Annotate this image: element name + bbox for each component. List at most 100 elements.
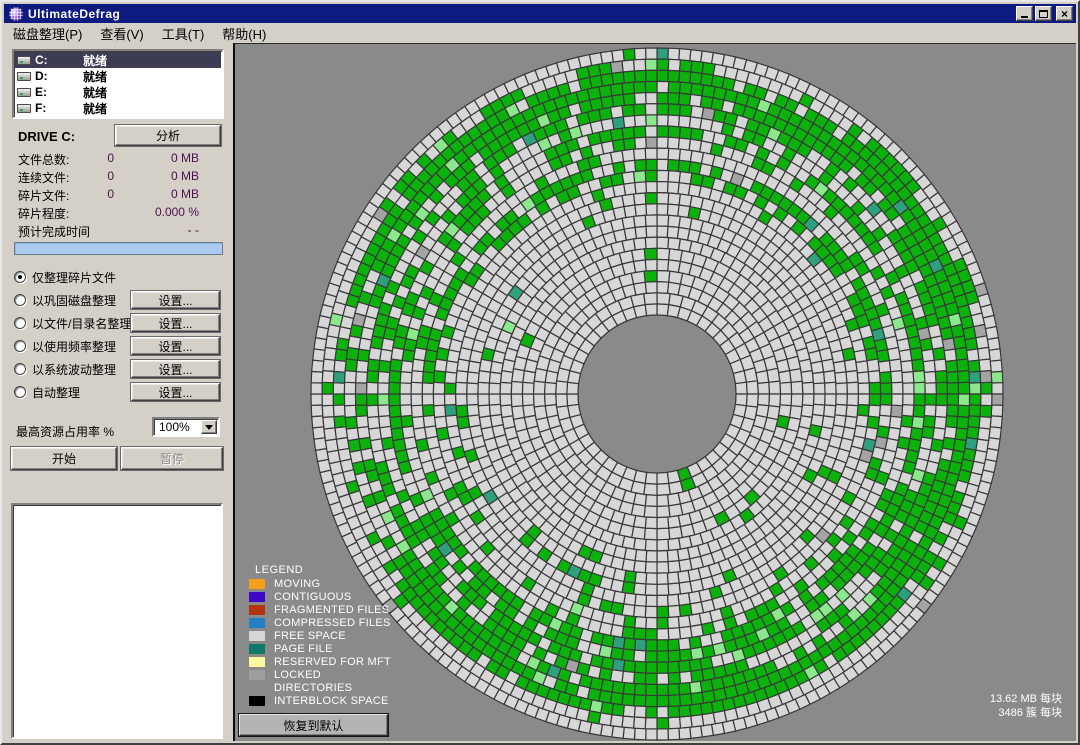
control-panel: C: 就绪 D: 就绪 E: 就绪 F: 就绪 DRIVE C: 分析 <box>4 43 233 741</box>
method-label[interactable]: 以使用频率整理 <box>32 338 116 355</box>
drive-status: 就绪 <box>83 52 107 69</box>
drive-letter: E: <box>35 85 83 99</box>
minimize-button[interactable] <box>1016 6 1033 21</box>
settings-button[interactable]: 设置... <box>131 360 220 378</box>
chevron-down-icon[interactable] <box>201 420 217 434</box>
legend-item: PAGE FILE <box>235 642 391 655</box>
method-row: 以巩固磁盘整理 设置... <box>4 291 233 309</box>
drive-row[interactable]: D: 就绪 <box>15 68 221 84</box>
method-label[interactable]: 以系统波动整理 <box>32 361 116 378</box>
radio-by-filename[interactable] <box>14 317 26 329</box>
app-window: UltimateDefrag × 磁盘整理(P) 查看(V) 工具(T) 帮助(… <box>0 0 1080 745</box>
method-row: 以使用频率整理 设置... <box>4 337 233 355</box>
maximize-button[interactable] <box>1035 6 1052 21</box>
legend-label: CONTIGUOUS <box>274 591 352 603</box>
stat-label: 碎片程度: <box>18 205 69 222</box>
stat-row: 碎片程度: 0.000 % <box>4 203 233 221</box>
legend-item: LOCKED <box>235 668 391 681</box>
close-icon: × <box>1061 9 1068 19</box>
resource-usage-value: 100% <box>159 420 190 434</box>
drive-caption: DRIVE C: <box>18 129 75 144</box>
mft-swatch <box>249 657 265 667</box>
stat-count: 0 <box>54 187 114 201</box>
settings-button[interactable]: 设置... <box>131 337 220 355</box>
method-label[interactable]: 以文件/目录名整理 <box>32 315 131 332</box>
compressed-swatch <box>249 618 265 628</box>
method-label[interactable]: 仅整理碎片文件 <box>32 269 116 286</box>
drive-row[interactable]: E: 就绪 <box>15 84 221 100</box>
stat-row: 碎片文件: 0 0 MB <box>4 185 233 203</box>
legend-label: PAGE FILE <box>274 643 333 655</box>
drive-row[interactable]: F: 就绪 <box>15 100 221 116</box>
radio-by-usage[interactable] <box>14 340 26 352</box>
legend-item: RESERVED FOR MFT <box>235 655 391 668</box>
stat-size: 0 MB <box>114 187 199 201</box>
drive-status: 就绪 <box>83 68 107 85</box>
drive-status: 就绪 <box>83 100 107 117</box>
legend-label: MOVING <box>274 578 320 590</box>
title-bar[interactable]: UltimateDefrag × <box>4 4 1076 23</box>
drive-row[interactable]: C: 就绪 <box>15 52 221 68</box>
analyze-button[interactable]: 分析 <box>115 125 221 146</box>
method-label[interactable]: 以巩固磁盘整理 <box>32 292 116 309</box>
stat-count: 0 <box>54 169 114 183</box>
method-label[interactable]: 自动整理 <box>32 384 80 401</box>
progress-bar <box>14 242 223 255</box>
menu-bar: 磁盘整理(P) 查看(V) 工具(T) 帮助(H) <box>4 23 1076 43</box>
drive-letter: C: <box>35 53 83 67</box>
block-size-clusters: 3486 簇 每块 <box>990 706 1062 720</box>
legend-item: COMPRESSED FILES <box>235 616 391 629</box>
block-info: 13.62 MB 每块 3486 簇 每块 <box>990 692 1062 720</box>
restore-defaults-button[interactable]: 恢复到默认 <box>239 714 388 736</box>
settings-button[interactable]: 设置... <box>131 291 220 309</box>
directories-swatch <box>249 683 265 693</box>
pause-button: 暂停 <box>121 447 223 470</box>
legend-item: FRAGMENTED FILES <box>235 603 391 616</box>
drive-icon <box>17 88 31 97</box>
legend-title: LEGEND <box>255 564 303 576</box>
stat-row: 连续文件: 0 0 MB <box>4 167 233 185</box>
settings-button[interactable]: 设置... <box>131 383 220 401</box>
start-button[interactable]: 开始 <box>11 447 117 470</box>
legend-item: INTERBLOCK SPACE <box>235 694 391 707</box>
drive-letter: F: <box>35 101 83 115</box>
legend-label: RESERVED FOR MFT <box>274 656 391 668</box>
legend-item: MOVING <box>235 577 391 590</box>
radio-auto[interactable] <box>14 386 26 398</box>
method-row: 自动整理 设置... <box>4 383 233 401</box>
stat-row: 文件总数: 0 0 MB <box>4 149 233 167</box>
moving-swatch <box>249 579 265 589</box>
radio-by-volatility[interactable] <box>14 363 26 375</box>
stat-size: - - <box>114 223 199 237</box>
resource-usage-select[interactable]: 100% <box>152 417 220 437</box>
legend-item: CONTIGUOUS <box>235 590 391 603</box>
radio-consolidate[interactable] <box>14 294 26 306</box>
legend-label: FREE SPACE <box>274 630 346 642</box>
legend-item: FREE SPACE <box>235 629 391 642</box>
method-row: 仅整理碎片文件 <box>4 268 233 286</box>
legend-label: FRAGMENTED FILES <box>274 604 389 616</box>
menu-item-view[interactable]: 查看(V) <box>91 22 152 45</box>
menu-item-help[interactable]: 帮助(H) <box>213 22 275 45</box>
settings-button[interactable]: 设置... <box>131 314 220 332</box>
stat-size: 0.000 % <box>114 205 199 219</box>
message-listbox[interactable] <box>11 503 223 739</box>
drive-icon <box>17 72 31 81</box>
menu-item-tools[interactable]: 工具(T) <box>153 22 214 45</box>
page-file-swatch <box>249 644 265 654</box>
drive-icon <box>17 104 31 113</box>
locked-swatch <box>249 670 265 680</box>
block-size-mb: 13.62 MB 每块 <box>990 692 1062 706</box>
menu-item-defrag[interactable]: 磁盘整理(P) <box>4 22 91 45</box>
app-icon <box>9 7 23 21</box>
maximize-icon <box>1039 10 1048 18</box>
legend-item: DIRECTORIES <box>235 681 391 694</box>
legend-label: DIRECTORIES <box>274 682 352 694</box>
contiguous-swatch <box>249 592 265 602</box>
legend-label: COMPRESSED FILES <box>274 617 391 629</box>
drive-list: C: 就绪 D: 就绪 E: 就绪 F: 就绪 <box>12 49 224 119</box>
close-button[interactable]: × <box>1056 6 1073 21</box>
drive-icon <box>17 56 31 65</box>
minimize-icon <box>1021 16 1028 18</box>
radio-fragmented-only[interactable] <box>14 271 26 283</box>
